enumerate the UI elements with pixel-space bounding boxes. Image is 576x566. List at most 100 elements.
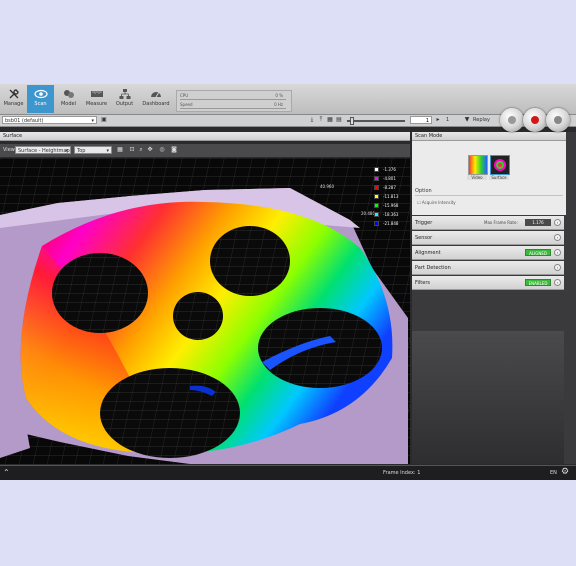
measure-icon [90,91,103,97]
wrench-icon [9,89,19,99]
legend-entry: -11.813 [374,193,404,201]
rotate-icon[interactable]: ◎ [158,146,166,154]
legend-label: -18.363 [383,212,399,217]
section-sensor[interactable]: Sensor › [412,231,564,245]
section-trigger[interactable]: Trigger Max Frame Rate: 1.176 › [412,216,564,230]
language-indicator[interactable]: EN [550,470,557,476]
save-icon[interactable]: ▣ [100,116,108,124]
gear-icon[interactable]: ⚙ [561,467,569,477]
step-icon[interactable]: ▸ [434,116,442,124]
panel-empty-area [412,331,564,464]
expand-icon[interactable]: › [554,219,561,226]
scan-eye-icon [33,89,48,99]
download-icon[interactable]: ⤓ [308,116,316,124]
surface-target-icon [494,159,506,171]
expand-icon[interactable]: › [554,264,561,271]
acquire-intensity-label: Acquire Intensity [421,200,456,205]
system-stats-panel: CPU 0 % Speed 0 Hz [176,90,292,112]
tool-label: Output [115,101,134,107]
sensor-status-knob[interactable] [500,108,524,132]
option-title: Option [415,188,432,194]
status-badge: ENABLED [525,279,551,286]
legend-swatch [374,221,379,226]
status-badge: ALIGNED [525,249,551,256]
frame-index-input[interactable]: 1 [410,116,432,124]
settings-panel: Scan Mode Video Surface Option ☐ Acquire… [412,132,576,464]
speed-bar [180,108,286,109]
orientation-value: Top [77,148,86,154]
speed-label: Speed [180,102,193,107]
tool-dashboard[interactable]: Dashboard [139,85,173,113]
legend-entry: -8.287 [374,184,404,192]
chevron-down-icon: ▾ [65,148,68,154]
tool-manage[interactable]: Manage [0,85,27,113]
expand-icon[interactable]: › [554,249,561,256]
scan-mode-panel: Video Surface Option ☐ Acquire Intensity [412,141,566,215]
speed-value: 0 Hz [274,102,283,107]
view-label: View [3,147,15,153]
snapshot-knob[interactable] [546,108,570,132]
search-icon[interactable]: ⌕ [137,146,145,154]
surface-toolbar: View Surface - Heightmap ▾ Top ▾ ▦ ⊡ ⌕ ✥… [0,144,410,157]
grid-view-icon[interactable]: ▦ [116,146,124,154]
legend-entry: -1.376 [374,166,404,174]
job-select[interactable]: bsb01 (default) ▾ [2,116,97,124]
pan-icon[interactable]: ✥ [146,146,154,154]
surface-mode-label: Surface [489,175,509,180]
legend-swatch [374,185,379,190]
status-frame-index: Frame Index: 1 [383,470,421,476]
record-icon[interactable]: ▦ [326,116,334,124]
expand-up-icon[interactable]: ⌃ [3,468,10,477]
tool-label: Dashboard [142,101,170,107]
section-label: Alignment [415,250,441,256]
section-alignment[interactable]: Alignment ALIGNED › [412,246,564,260]
section-part-detection[interactable]: Part Detection › [412,261,564,275]
heightmap-viewport[interactable]: 40.960 20.480 ⚙▥ [0,158,410,464]
legend-label: -21.848 [383,221,399,226]
acquire-intensity-checkbox[interactable]: ☐ Acquire Intensity [417,200,456,205]
clear-icon[interactable]: ▤ [335,116,343,124]
camera-icon[interactable]: ◙ [170,146,178,154]
surface-mode-button[interactable] [490,155,510,175]
orientation-select[interactable]: Top ▾ [74,146,112,154]
output-icon [119,89,130,99]
section-label: Filters [415,280,430,286]
legend-label: -8.287 [383,185,396,190]
cpu-value: 0 % [275,93,283,98]
tool-model[interactable]: Model [55,85,82,113]
video-mode-label: Video [467,175,487,180]
tool-output[interactable]: Output [111,85,138,113]
upload-icon[interactable]: ⤒ [317,116,325,124]
frame-slider[interactable] [347,117,405,125]
speed-stat: Speed 0 Hz [180,101,286,109]
tool-label: Model [60,101,76,107]
replay-label: Replay [473,117,490,123]
tool-label: Scan [34,101,47,107]
option-divider [415,195,563,196]
section-label: Part Detection [415,265,451,271]
legend-label: -11.813 [383,194,399,199]
record-knob[interactable] [523,108,547,132]
legend-label: -15.968 [383,203,399,208]
tool-label: Measure [85,101,108,107]
section-label: Trigger [415,220,433,226]
tool-scan[interactable]: Scan [27,85,54,113]
max-frame-rate-value: 1.176 [525,219,551,226]
chevron-down-icon: ▾ [106,148,109,154]
zoom-fit-icon[interactable]: ⊡ [128,146,136,154]
section-filters[interactable]: Filters ENABLED › [412,276,564,290]
main-toolbar: Manage Scan Model Measure Output Dashboa… [0,84,576,115]
tool-label: Manage [3,101,24,107]
max-frame-rate-label: Max Frame Rate: [484,220,518,225]
job-name: bsb01 (default) [5,118,44,124]
cpu-label: CPU [180,93,189,98]
expand-icon[interactable]: › [554,234,561,241]
legend-swatch [374,212,379,217]
tool-measure[interactable]: Measure [83,85,110,113]
expand-icon[interactable]: › [554,279,561,286]
frame-slider-handle[interactable] [349,117,354,125]
view-mode-select[interactable]: Surface - Heightmap ▾ [15,146,71,154]
video-mode-button[interactable] [468,155,488,175]
dimension-label: 20.480 [361,211,375,216]
filter-icon[interactable]: ▼ [463,116,471,124]
